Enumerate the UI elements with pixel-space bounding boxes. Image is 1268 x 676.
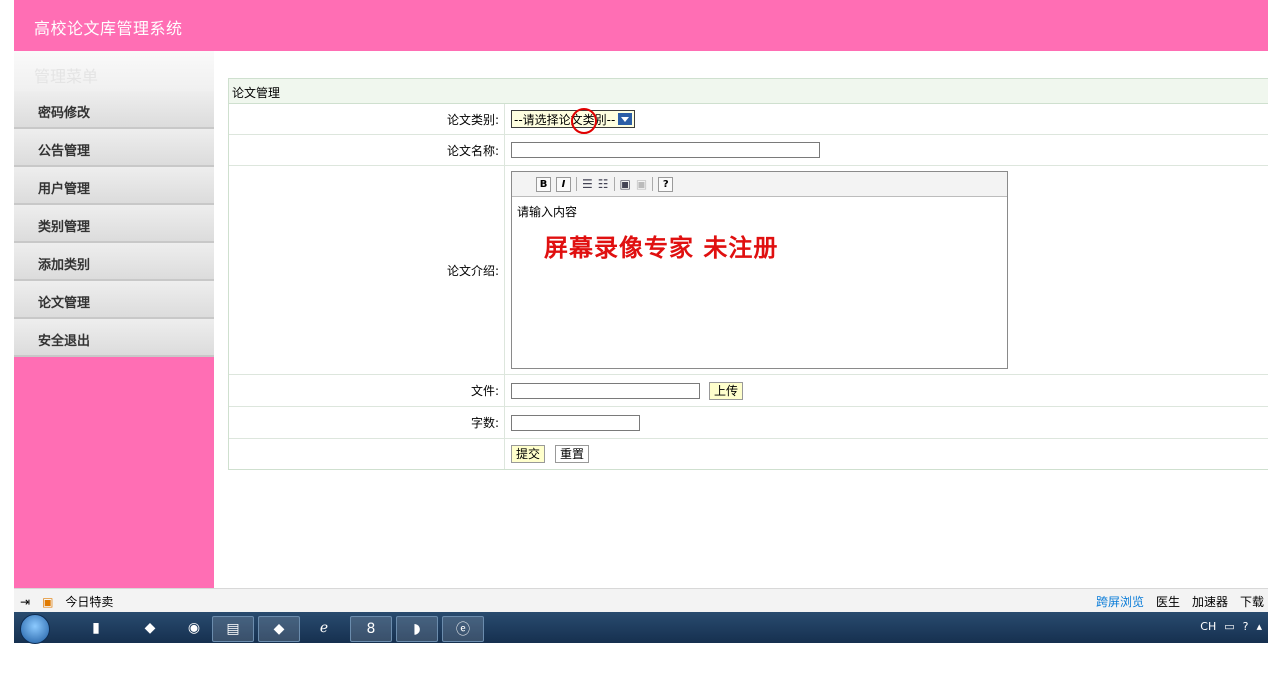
category-row: 论文类别: --请选择论文类别-- <box>229 104 1268 135</box>
exit-icon[interactable]: ⇥ <box>20 595 30 609</box>
toolbar-divider <box>576 177 577 191</box>
intro-label: 论文介绍: <box>229 166 505 374</box>
system-tray: CH ▭ ? ▴ <box>1200 620 1262 633</box>
taskbar-browser-icon[interactable]: ⓔ <box>442 616 484 642</box>
unordered-list-icon[interactable]: ☷ <box>598 177 609 191</box>
upload-button[interactable]: 上传 <box>709 381 744 400</box>
actions-row: 提交 重置 <box>229 439 1268 469</box>
cross-screen-link[interactable]: 跨屏浏览 <box>1096 593 1144 610</box>
image-icon[interactable]: ▣ <box>620 177 631 191</box>
editor-content[interactable]: 请输入内容 <box>517 203 577 220</box>
editor-toolbar: B I ☰ ☷ ▣ ▣ ? <box>512 172 1007 197</box>
italic-icon[interactable]: I <box>556 176 571 192</box>
windows-taskbar: ▮ ◆ ◉ ▤ ◆ ℯ 8 ◗ ⓔ CH ▭ ? ▴ <box>14 612 1268 644</box>
chevron-down-icon <box>618 113 633 125</box>
app-header: 高校论文库管理系统 <box>14 0 1268 51</box>
sidebar-item-notices[interactable]: 公告管理 <box>14 129 214 167</box>
reset-button[interactable]: 重置 <box>555 445 590 463</box>
taskbar-folder-icon[interactable]: ▤ <box>212 616 254 642</box>
taskbar-app-icon[interactable]: ◉ <box>174 616 214 640</box>
sidebar-item-categories[interactable]: 类别管理 <box>14 205 214 243</box>
sidebar-item-papers[interactable]: 论文管理 <box>14 281 214 319</box>
ordered-list-icon[interactable]: ☰ <box>582 177 593 191</box>
file-row: 文件: 上传 <box>229 375 1268 407</box>
taskbar-app-icon[interactable]: 8 <box>350 616 392 642</box>
name-row: 论文名称: <box>229 135 1268 166</box>
help-circle-icon[interactable]: ? <box>1243 620 1249 633</box>
doctor-link[interactable]: 医生 <box>1156 593 1180 610</box>
category-select-value: --请选择论文类别-- <box>514 112 616 127</box>
keyboard-icon[interactable]: ▭ <box>1224 620 1234 633</box>
image-disabled-icon: ▣ <box>635 177 648 191</box>
accelerator-link[interactable]: 加速器 <box>1192 593 1228 610</box>
sidebar-item-users[interactable]: 用户管理 <box>14 167 214 205</box>
paper-form-panel: 论文管理 论文类别: --请选择论文类别-- 论文名称: 论文介绍: B I ☰… <box>228 78 1268 470</box>
browser-statusbar: ⇥ ▣ 今日特卖 跨屏浏览 医生 加速器 下载 <box>14 588 1268 613</box>
app-title: 高校论文库管理系统 <box>34 19 183 38</box>
taskbar-app-icon[interactable]: ◆ <box>258 616 300 642</box>
watermark-text: 屏幕录像专家 未注册 <box>544 233 779 262</box>
file-label: 文件: <box>229 375 505 406</box>
sidebar-item-logout[interactable]: 安全退出 <box>14 319 214 357</box>
submit-button[interactable]: 提交 <box>511 445 546 463</box>
main-content: 论文管理 论文类别: --请选择论文类别-- 论文名称: 论文介绍: B I ☰… <box>214 51 1268 588</box>
paper-name-input[interactable] <box>511 142 820 158</box>
taskbar-ie-icon[interactable]: ℯ <box>304 616 344 640</box>
gift-icon: ▣ <box>42 594 54 609</box>
daily-deal-link[interactable]: 今日特卖 <box>65 593 113 610</box>
panel-title: 论文管理 <box>229 79 1268 104</box>
language-indicator[interactable]: CH <box>1200 620 1216 633</box>
words-label: 字数: <box>229 407 505 438</box>
word-count-input[interactable] <box>511 414 640 431</box>
toolbar-divider <box>613 177 615 191</box>
taskbar-app-icon[interactable]: ▮ <box>76 616 116 640</box>
sidebar: 管理菜单 密码修改 公告管理 用户管理 类别管理 添加类别 论文管理 安全退出 <box>14 51 214 588</box>
sidebar-item-add-category[interactable]: 添加类别 <box>14 243 214 281</box>
category-label: 论文类别: <box>229 104 505 134</box>
help-icon[interactable]: ? <box>658 176 674 192</box>
download-link[interactable]: 下载 <box>1240 593 1264 610</box>
intro-row: 论文介绍: B I ☰ ☷ ▣ ▣ ? 请输入内容 屏幕录像专家 未注册 <box>229 166 1268 375</box>
name-label: 论文名称: <box>229 135 505 165</box>
sidebar-heading: 管理菜单 <box>14 51 214 91</box>
cursor-highlight <box>571 108 597 134</box>
start-button[interactable] <box>20 614 50 644</box>
words-row: 字数: <box>229 407 1268 439</box>
taskbar-app-icon[interactable]: ◗ <box>396 616 438 642</box>
actions-label <box>229 439 505 469</box>
taskbar-app-icon[interactable]: ◆ <box>130 616 170 640</box>
sidebar-item-password[interactable]: 密码修改 <box>14 91 214 129</box>
rich-text-editor[interactable]: B I ☰ ☷ ▣ ▣ ? 请输入内容 屏幕录像专家 未注册 <box>511 171 1008 369</box>
bold-icon[interactable]: B <box>536 176 551 192</box>
toolbar-divider <box>652 177 654 191</box>
tray-expand-icon[interactable]: ▴ <box>1256 620 1262 633</box>
file-input[interactable] <box>511 382 700 399</box>
